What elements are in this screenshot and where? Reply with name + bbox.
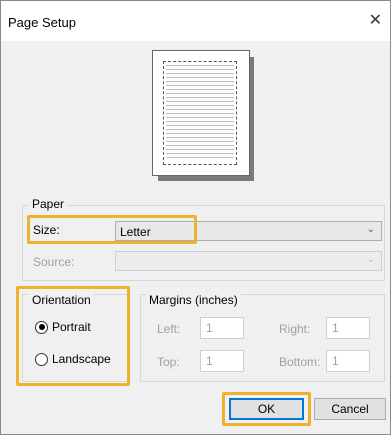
margins-group-label: Margins (inches): [146, 293, 241, 307]
page-preview: [152, 50, 250, 176]
left-margin-field[interactable]: 1: [200, 317, 244, 339]
orientation-group: [22, 294, 128, 382]
portrait-label: Portrait: [52, 320, 91, 334]
source-label: Source:: [33, 255, 75, 269]
size-select-value: Letter: [120, 225, 151, 239]
size-label: Size:: [33, 223, 60, 237]
bottom-margin-label: Bottom:: [279, 355, 321, 369]
orientation-group-label: Orientation: [29, 293, 94, 307]
top-margin-label: Top:: [157, 355, 180, 369]
right-margin-label: Right:: [279, 322, 311, 336]
ok-button[interactable]: OK: [229, 398, 304, 420]
bottom-margin-field[interactable]: 1: [326, 350, 370, 372]
size-select[interactable]: Letter ⌄: [115, 221, 382, 241]
source-select[interactable]: ⌄: [115, 251, 382, 271]
dialog-title: Page Setup: [8, 15, 76, 30]
close-icon[interactable]: ✕: [369, 13, 382, 29]
paper-group-label: Paper: [29, 197, 68, 211]
chevron-down-icon[interactable]: ⌄: [367, 224, 375, 235]
radio-unselected-icon[interactable]: [35, 352, 48, 366]
title-bar: Page Setup ✕: [1, 1, 390, 41]
landscape-radio[interactable]: Landscape: [35, 352, 111, 366]
portrait-radio[interactable]: Portrait: [35, 320, 91, 334]
cancel-button[interactable]: Cancel: [314, 398, 386, 420]
right-margin-field[interactable]: 1: [326, 317, 370, 339]
top-margin-field[interactable]: 1: [200, 350, 244, 372]
chevron-down-icon[interactable]: ⌄: [367, 254, 375, 265]
left-margin-label: Left:: [157, 322, 181, 336]
preview-sample-text: [166, 65, 234, 161]
landscape-label: Landscape: [52, 352, 111, 366]
radio-selected-icon[interactable]: [35, 320, 48, 334]
